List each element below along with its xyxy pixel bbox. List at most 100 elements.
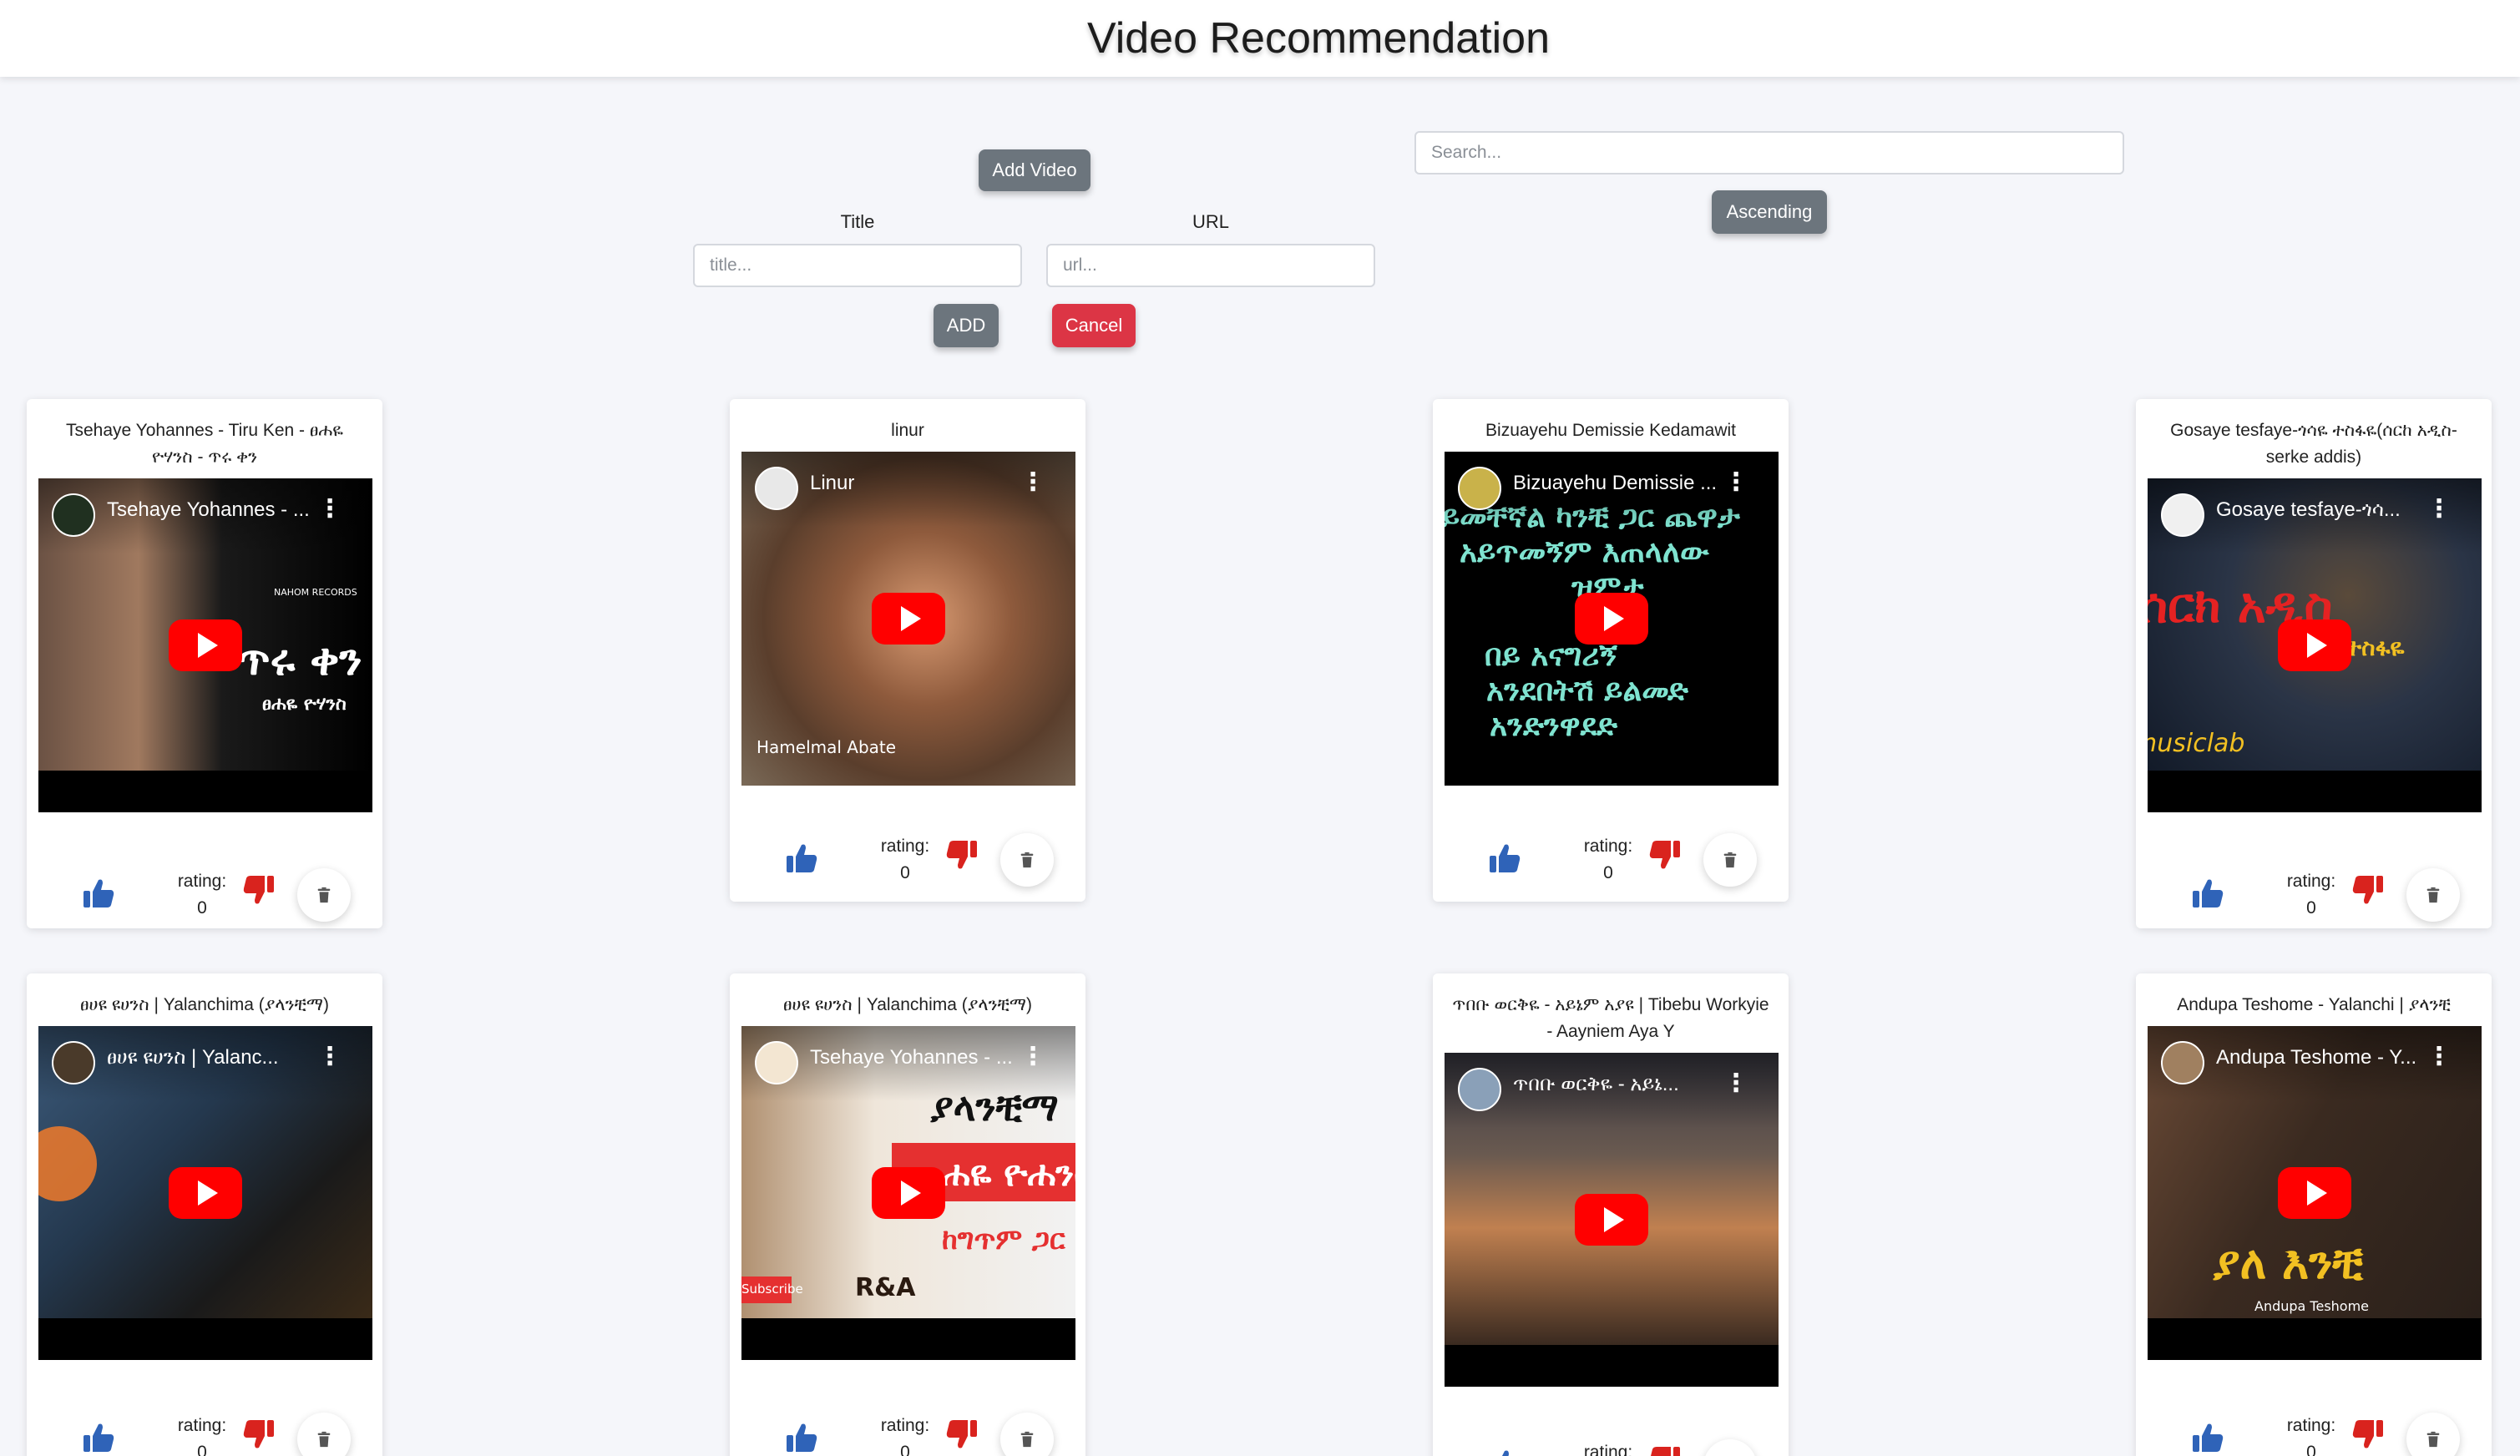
video-header-title[interactable]: ጥበቡ ወርቅዬ - አይኔ... [1513, 1073, 1722, 1096]
rating-label: rating: [880, 1416, 930, 1435]
thumbnail-text: Hamelmal Abate [757, 737, 897, 757]
channel-avatar[interactable] [755, 1041, 798, 1084]
card-controls: rating: 0 [730, 823, 1085, 898]
channel-avatar[interactable] [1458, 467, 1501, 510]
thumbs-up-icon[interactable] [785, 1421, 818, 1454]
thumbnail-text: ያለ እንቺ [2213, 1236, 2363, 1289]
kebab-menu-icon[interactable]: ⋮ [1723, 470, 1748, 495]
youtube-play-icon[interactable] [2278, 619, 2351, 671]
video-bottom-bar [2148, 771, 2482, 812]
kebab-menu-icon[interactable]: ⋮ [1723, 1071, 1748, 1096]
thumbs-down-icon[interactable] [2351, 873, 2385, 907]
thumbs-up-icon[interactable] [2191, 1421, 2224, 1454]
delete-button[interactable] [2406, 868, 2460, 922]
kebab-menu-icon[interactable]: ⋮ [317, 497, 342, 522]
channel-avatar[interactable] [52, 1041, 95, 1084]
video-player[interactable]: ያለ እንቺ Andupa Teshome Andupa Teshome - Y… [2148, 1026, 2482, 1360]
video-player[interactable]: ፀሀዩ ዩሀንስ | Yalanc... ⋮ [38, 1026, 372, 1360]
rating-label: rating: [2286, 872, 2336, 891]
thumbs-up-icon[interactable] [785, 842, 818, 875]
rating-label: rating: [177, 872, 227, 891]
delete-button[interactable] [2406, 1413, 2460, 1456]
trash-icon [1721, 851, 1739, 869]
thumbs-up-icon[interactable] [2191, 877, 2224, 910]
thumbs-down-icon[interactable] [242, 873, 276, 907]
card-controls: rating: 0 [27, 1403, 382, 1456]
youtube-play-icon[interactable] [169, 1167, 242, 1219]
youtube-play-icon[interactable] [872, 1167, 945, 1219]
video-player[interactable]: ያላንቺማ ሐዬ ዮሐንስ ከግጥም ጋር Subscribe R&A Tseh… [741, 1026, 1075, 1360]
youtube-play-icon[interactable] [2278, 1167, 2351, 1219]
trash-icon [315, 886, 333, 904]
video-title: Gosaye tesfaye-ጎሳዬ ተስፋዬ(ሰርከ አዲስ- serke a… [2170, 421, 2457, 467]
thumbs-up-icon[interactable] [1488, 1448, 1521, 1456]
add-video-button[interactable]: Add Video [979, 149, 1090, 191]
sort-order-button[interactable]: Ascending [1712, 190, 1827, 234]
thumbs-down-icon[interactable] [2351, 1418, 2385, 1451]
trash-icon [2424, 1430, 2442, 1448]
delete-button[interactable] [297, 1413, 351, 1456]
title-input[interactable] [693, 244, 1022, 287]
url-input[interactable] [1046, 244, 1375, 287]
video-player[interactable]: ጥሩ ቀን ፀሐዬ ዮሃንስ NAHOM RECORDS Tsehaye Yoh… [38, 478, 372, 812]
thumbs-down-icon[interactable] [945, 1418, 979, 1451]
card-controls: rating: 0 [2136, 1403, 2492, 1456]
rating-label: rating: [880, 837, 930, 856]
card-controls: rating: 0 [1433, 1429, 1789, 1456]
thumbs-down-icon[interactable] [242, 1418, 276, 1451]
video-card: linur Hamelmal Abate Linur ⋮ rating: 0 [730, 399, 1085, 902]
video-player[interactable]: ይመቸኛል ካንቺ ጋር ጨዋታ አይጥመኝም እጠላለው ዝምታ በይ አናግ… [1445, 452, 1779, 786]
video-header-title[interactable]: Gosaye tesfaye-ጎሳ... [2216, 498, 2425, 522]
thumbs-down-icon[interactable] [1648, 1444, 1682, 1456]
video-title: Tsehaye Yohannes - Tiru Ken - ፀሐዬ ዮሃንስ -… [66, 421, 343, 467]
delete-button[interactable] [1000, 833, 1054, 887]
youtube-play-icon[interactable] [872, 593, 945, 645]
youtube-play-icon[interactable] [169, 619, 242, 671]
search-input[interactable] [1414, 131, 2124, 174]
channel-avatar[interactable] [2161, 493, 2204, 537]
channel-avatar[interactable] [1458, 1068, 1501, 1111]
video-header-title[interactable]: Linur [810, 472, 1019, 495]
rating-label: rating: [1583, 1443, 1633, 1456]
trash-icon [1018, 851, 1036, 869]
youtube-play-icon[interactable] [1575, 593, 1648, 645]
video-title: linur [891, 421, 924, 440]
thumbs-down-icon[interactable] [945, 838, 979, 872]
rating-label: rating: [177, 1416, 227, 1435]
channel-avatar[interactable] [52, 493, 95, 537]
rating-value: 0 [2306, 1443, 2316, 1456]
kebab-menu-icon[interactable]: ⋮ [1020, 1044, 1045, 1069]
thumbs-up-icon[interactable] [1488, 842, 1521, 875]
thumbnail-text: አንደበትሽ ይልመድ [1486, 674, 1688, 708]
kebab-menu-icon[interactable]: ⋮ [2426, 1044, 2452, 1069]
video-header-title[interactable]: ፀሀዩ ዩሀንስ | Yalanc... [107, 1046, 316, 1069]
thumbnail-text: አንድንዋደድ [1490, 709, 1618, 743]
video-card: ፀሀዩ ዩሀንስ | Yalanchima (ያላንቺማ) ያላንቺማ ሐዬ ዮ… [730, 973, 1085, 1456]
kebab-menu-icon[interactable]: ⋮ [1020, 470, 1045, 495]
video-header-title[interactable]: Tsehaye Yohannes - ... [107, 498, 316, 522]
video-bottom-bar [741, 1318, 1075, 1360]
video-title: ጥበቡ ወርቅዬ - አይኔም አያዩ | Tibebu Workyie - A… [1452, 995, 1769, 1041]
thumbs-up-icon[interactable] [82, 1421, 115, 1454]
delete-button[interactable] [1703, 1439, 1757, 1456]
kebab-menu-icon[interactable]: ⋮ [2426, 497, 2452, 522]
video-header-title[interactable]: Andupa Teshome - Y... [2216, 1046, 2425, 1069]
thumbs-down-icon[interactable] [1648, 838, 1682, 872]
cancel-button[interactable]: Cancel [1052, 304, 1136, 347]
delete-button[interactable] [1000, 1413, 1054, 1456]
card-controls: rating: 0 [2136, 858, 2492, 933]
kebab-menu-icon[interactable]: ⋮ [317, 1044, 342, 1069]
delete-button[interactable] [1703, 833, 1757, 887]
video-player[interactable]: ሰርክ አዲስ ጎሳዬ ተስፋዬ musiclab Gosaye tesfaye… [2148, 478, 2482, 812]
video-player[interactable]: ጥበቡ ወርቅዬ - አይኔ... ⋮ [1445, 1053, 1779, 1387]
video-bottom-bar [38, 771, 372, 812]
channel-avatar[interactable] [755, 467, 798, 510]
video-header-title[interactable]: Bizuayehu Demissie ... [1513, 472, 1722, 495]
delete-button[interactable] [297, 868, 351, 922]
thumbs-up-icon[interactable] [82, 877, 115, 910]
add-button[interactable]: ADD [934, 304, 999, 347]
youtube-play-icon[interactable] [1575, 1194, 1648, 1246]
channel-avatar[interactable] [2161, 1041, 2204, 1084]
video-header-title[interactable]: Tsehaye Yohannes - ... [810, 1046, 1019, 1069]
video-player[interactable]: Hamelmal Abate Linur ⋮ [741, 452, 1075, 786]
